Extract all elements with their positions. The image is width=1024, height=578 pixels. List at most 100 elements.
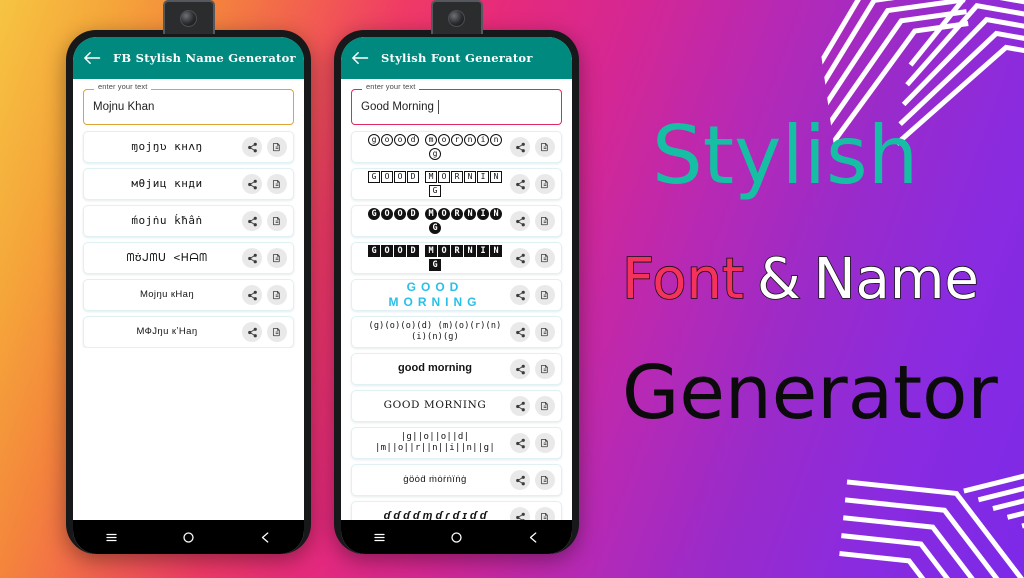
share-button[interactable] — [242, 322, 262, 342]
share-icon — [247, 327, 257, 337]
share-icon — [247, 179, 257, 189]
copy-icon — [540, 179, 548, 188]
popup-camera-module-right — [430, 0, 483, 34]
styled-text: мθjиц кнди — [131, 177, 203, 191]
input-section-right: enter your text Good Morning — [341, 79, 572, 129]
copy-icon — [540, 512, 548, 520]
share-button[interactable] — [510, 507, 530, 520]
share-button[interactable] — [510, 359, 530, 379]
list-item[interactable]: G O O D M O R N I NG — [351, 205, 562, 237]
copy-icon — [540, 401, 548, 410]
item-actions — [510, 470, 555, 490]
share-button[interactable] — [510, 433, 530, 453]
share-icon — [247, 142, 257, 152]
share-button[interactable] — [510, 322, 530, 342]
copy-button[interactable] — [535, 359, 555, 379]
share-icon — [247, 216, 257, 226]
share-button[interactable] — [242, 211, 262, 231]
list-item[interactable]: G O O D M O R N I NG — [351, 242, 562, 274]
promo-line-font-and-name: Font & Name — [621, 247, 980, 312]
copy-button[interactable] — [535, 174, 555, 194]
chevron-left-icon[interactable] — [526, 530, 541, 545]
copy-button[interactable] — [535, 470, 555, 490]
share-icon — [515, 253, 525, 263]
list-item[interactable]: Mojŋu кHaŋ — [83, 279, 294, 311]
copy-button[interactable] — [535, 211, 555, 231]
share-button[interactable] — [242, 137, 262, 157]
item-actions — [510, 285, 555, 305]
chevron-left-icon[interactable] — [258, 530, 273, 545]
copy-button[interactable] — [535, 137, 555, 157]
promo-text-block: Stylish Font & Name Generator — [604, 0, 1024, 578]
copy-button[interactable] — [267, 174, 287, 194]
share-button[interactable] — [510, 137, 530, 157]
share-button[interactable] — [242, 248, 262, 268]
arrow-left-icon[interactable] — [351, 50, 369, 66]
share-button[interactable] — [510, 248, 530, 268]
android-navbar-right — [341, 520, 572, 554]
styled-text: ɱojŋʋ кнʌŋ — [131, 140, 203, 154]
list-item[interactable]: g o o d m o r n i ng — [351, 131, 562, 163]
share-button[interactable] — [242, 174, 262, 194]
share-button[interactable] — [510, 470, 530, 490]
copy-button[interactable] — [267, 322, 287, 342]
copy-button[interactable] — [267, 137, 287, 157]
list-item[interactable]: ɱojŋʋ кнʌŋ — [83, 131, 294, 163]
circle-icon[interactable] — [449, 530, 464, 545]
list-item[interactable]: |g||o||o||d| |m||o||r||n||i||n||g| — [351, 427, 562, 459]
menu-icon[interactable] — [372, 530, 387, 545]
copy-button[interactable] — [535, 322, 555, 342]
list-item[interactable]: мθjиц кнди — [83, 168, 294, 200]
text-input-right[interactable]: enter your text Good Morning — [351, 83, 562, 125]
arrow-left-icon[interactable] — [83, 50, 101, 66]
copy-button[interactable] — [267, 285, 287, 305]
input-value-right: Good Morning — [361, 101, 434, 113]
appbar-right: Stylish Font Generator — [341, 37, 572, 79]
list-item[interactable]: ġöȯḋ ṁȯṙṅïṅġ — [351, 464, 562, 496]
share-button[interactable] — [510, 174, 530, 194]
menu-icon[interactable] — [104, 530, 119, 545]
list-item[interactable]: (g)(o)(o)(d) (m)(o)(r)(n)(i)(n)(g) — [351, 316, 562, 348]
list-item[interactable]: МФJŋu кʼHaŋ — [83, 316, 294, 348]
results-list-left: ɱojŋʋ кнʌŋ мθjиц кнди ḿojṅu ḱħâṅ ᗰʊ̇ᒍᗰᑌ <ᕼᗩ… — [73, 129, 304, 348]
item-actions — [242, 285, 287, 305]
item-actions — [242, 211, 287, 231]
item-actions — [510, 137, 555, 157]
promo-line-generator: Generator — [622, 350, 998, 436]
list-item[interactable]: GOOD MORNING — [351, 279, 562, 311]
promo-word-name: Name — [813, 247, 980, 312]
copy-button[interactable] — [535, 285, 555, 305]
copy-button[interactable] — [535, 396, 555, 416]
list-item[interactable]: G O O D M O R N I NG — [351, 168, 562, 200]
copy-icon — [540, 327, 548, 336]
share-button[interactable] — [510, 285, 530, 305]
share-icon — [515, 475, 525, 485]
styled-text: good morning — [398, 362, 472, 375]
list-item[interactable]: ᗰʊ̇ᒍᗰᑌ <ᕼᗩᗰ — [83, 242, 294, 274]
share-button[interactable] — [510, 211, 530, 231]
copy-button[interactable] — [267, 248, 287, 268]
item-actions — [510, 322, 555, 342]
copy-icon — [540, 475, 548, 484]
share-button[interactable] — [242, 285, 262, 305]
copy-icon — [540, 216, 548, 225]
text-input-left[interactable]: enter your text Mojnu Khan — [83, 83, 294, 125]
copy-button[interactable] — [535, 433, 555, 453]
copy-button[interactable] — [267, 211, 287, 231]
appbar-title-left: FB Stylish Name Generator — [113, 51, 296, 65]
styled-text: GOOD MORNING — [388, 280, 482, 309]
list-item[interactable]: ḿojṅu ḱħâṅ — [83, 205, 294, 237]
copy-icon — [272, 327, 280, 336]
item-actions — [242, 174, 287, 194]
copy-icon — [540, 438, 548, 447]
styled-text: МФJŋu кʼHaŋ — [136, 326, 198, 338]
copy-button[interactable] — [535, 507, 555, 520]
circle-icon[interactable] — [181, 530, 196, 545]
share-icon — [515, 290, 525, 300]
share-icon — [247, 290, 257, 300]
list-item[interactable]: good morning — [351, 353, 562, 385]
list-item[interactable]: ɗ ɗ ɗ ɗ ɱ ɗ ɾ ɗ ɪ ɗ ɗ — [351, 501, 562, 520]
share-button[interactable] — [510, 396, 530, 416]
copy-button[interactable] — [535, 248, 555, 268]
list-item[interactable]: GOOD MORNING — [351, 390, 562, 422]
